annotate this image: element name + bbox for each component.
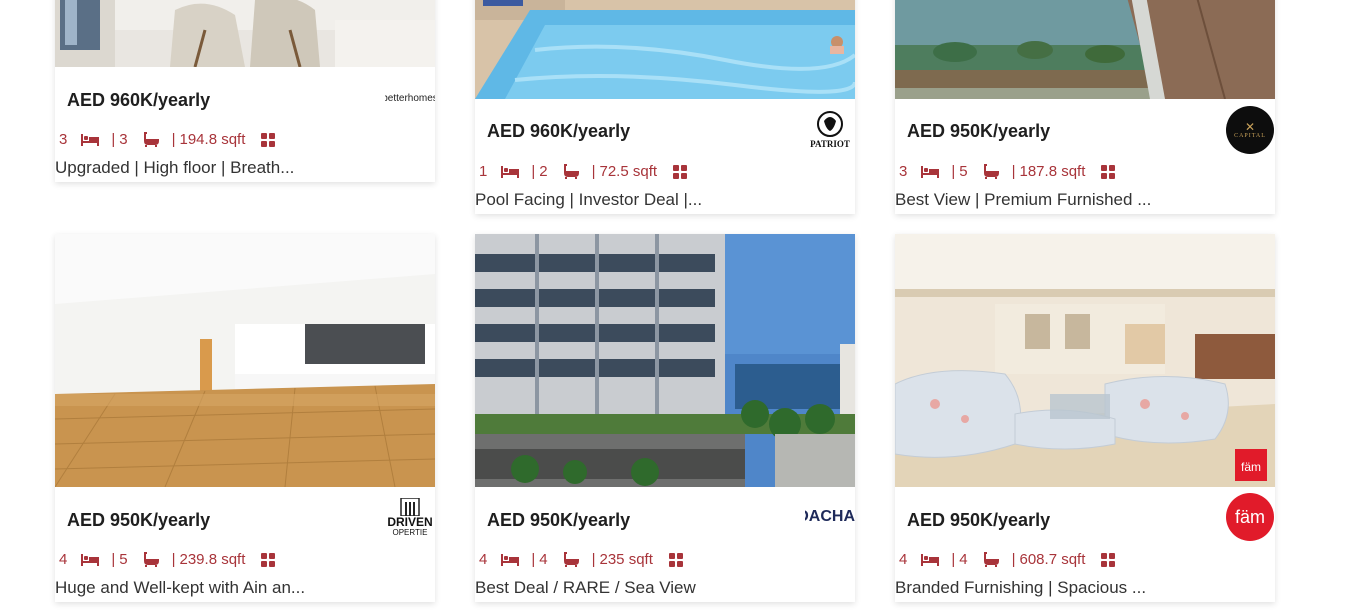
bedroom-count: 3 xyxy=(899,163,908,180)
spec-separator: | xyxy=(951,163,956,180)
listing-card[interactable]: AED 950K/yearly DACHA 4 | 4 | 235 sqft B… xyxy=(475,234,855,602)
listing-specs: 3 | 3 | 194.8 sqft xyxy=(59,131,287,148)
listing-title[interactable]: Pool Facing | Investor Deal |... xyxy=(475,190,702,210)
bedroom-count: 4 xyxy=(899,551,908,568)
floor-plan-icon xyxy=(1101,164,1116,179)
agency-logo[interactable]: PATRIOT xyxy=(805,105,855,155)
bed-icon xyxy=(501,553,520,566)
agency-logo-text: PATRIOT xyxy=(810,139,850,149)
area-size: 194.8 sqft xyxy=(179,131,246,148)
listing-title[interactable]: Best Deal / RARE / Sea View xyxy=(475,578,696,598)
area-size: 235 sqft xyxy=(599,551,653,568)
floor-plan-icon xyxy=(668,552,683,567)
bed-icon xyxy=(81,553,100,566)
bed-icon xyxy=(921,165,940,178)
agency-logo[interactable]: ✕ CAPITAL xyxy=(1225,105,1275,155)
listing-specs: 4 | 5 | 239.8 sqft xyxy=(59,551,287,568)
listing-photo[interactable]: fäm xyxy=(895,234,1275,487)
listing-photo[interactable] xyxy=(475,234,855,487)
capital-mark-icon: ✕ xyxy=(1244,120,1256,134)
agency-logo[interactable]: DACHA xyxy=(805,492,855,542)
fam-logo-icon: fäm xyxy=(1226,493,1274,541)
bathroom-count: 4 xyxy=(539,551,548,568)
spec-separator: | xyxy=(531,551,536,568)
bath-icon xyxy=(142,132,160,147)
bathroom-count: 2 xyxy=(539,163,548,180)
spec-separator: | xyxy=(171,551,176,568)
floor-plan-icon xyxy=(673,164,688,179)
listing-price: AED 960K/yearly xyxy=(487,121,631,141)
area-size: 72.5 sqft xyxy=(599,163,658,180)
area-size: 608.7 sqft xyxy=(1019,551,1086,568)
capital-logo-icon: ✕ CAPITAL xyxy=(1226,106,1274,154)
listing-photo[interactable] xyxy=(895,0,1275,99)
patriot-logo-icon: PATRIOT xyxy=(810,111,850,149)
spec-separator: | xyxy=(171,131,176,148)
listing-title[interactable]: Best View | Premium Furnished ... xyxy=(895,190,1151,210)
building-mark-icon xyxy=(400,497,420,516)
agency-logo-text: DRIVEN xyxy=(387,514,433,529)
bed-icon xyxy=(81,133,100,146)
bath-icon xyxy=(562,164,580,179)
listing-title[interactable]: Branded Furnishing | Spacious ... xyxy=(895,578,1146,598)
listing-specs: 3 | 5 | 187.8 sqft xyxy=(899,163,1127,180)
floor-plan-icon xyxy=(261,132,276,147)
listing-card[interactable]: AED 960K/yearly PATRIOT 1 | 2 | 72.5 sqf… xyxy=(475,0,855,214)
bathroom-count: 3 xyxy=(119,131,128,148)
listing-specs: 1 | 2 | 72.5 sqft xyxy=(479,163,699,180)
agency-logo-text: betterhomes xyxy=(385,92,435,104)
bed-icon xyxy=(921,553,940,566)
spec-separator: | xyxy=(111,551,116,568)
area-size: 239.8 sqft xyxy=(179,551,246,568)
bed-icon xyxy=(501,165,520,178)
agency-logo[interactable]: betterhomes xyxy=(385,73,435,123)
agency-logo-text: fäm xyxy=(1234,506,1265,527)
bedroom-count: 4 xyxy=(59,551,68,568)
bath-icon xyxy=(562,552,580,567)
floor-plan-icon xyxy=(261,552,276,567)
listing-specs: 4 | 4 | 608.7 sqft xyxy=(899,551,1127,568)
agency-logo[interactable]: DRIVEN OPERTIE xyxy=(385,492,435,542)
driven-logo-icon: DRIVEN OPERTIE xyxy=(385,497,435,537)
listing-card[interactable]: fäm AED 950K/yearly fäm 4 | 4 | 608.7 sq… xyxy=(895,234,1275,602)
listing-title[interactable]: Huge and Well-kept with Ain an... xyxy=(55,578,305,598)
listing-title[interactable]: Upgraded | High floor | Breath... xyxy=(55,158,294,178)
listing-price: AED 950K/yearly xyxy=(907,121,1051,141)
bedroom-count: 4 xyxy=(479,551,488,568)
spec-separator: | xyxy=(1011,163,1016,180)
listing-photo[interactable] xyxy=(55,0,435,67)
bath-icon xyxy=(982,552,1000,567)
listing-photo[interactable] xyxy=(55,234,435,487)
watermark-badge-text: fäm xyxy=(1241,460,1261,474)
spec-separator: | xyxy=(951,551,956,568)
bedroom-count: 1 xyxy=(479,163,488,180)
agency-logo-text: CAPITAL xyxy=(1234,133,1266,139)
listing-card[interactable]: AED 960K/yearly betterhomes 3 | 3 | 194.… xyxy=(55,0,435,182)
spec-separator: | xyxy=(591,163,596,180)
listing-price: AED 950K/yearly xyxy=(487,510,631,530)
listing-price: AED 950K/yearly xyxy=(67,510,211,530)
listing-card[interactable]: AED 950K/yearly ✕ CAPITAL 3 | 5 | 187.8 … xyxy=(895,0,1275,214)
listing-price: AED 950K/yearly xyxy=(907,510,1051,530)
agency-logo-text: DACHA xyxy=(805,508,855,525)
spec-separator: | xyxy=(531,163,536,180)
bath-icon xyxy=(982,164,1000,179)
floor-plan-icon xyxy=(1101,552,1116,567)
listing-price: AED 960K/yearly xyxy=(67,90,211,110)
listing-photo[interactable] xyxy=(475,0,855,99)
spec-separator: | xyxy=(1011,551,1016,568)
bathroom-count: 5 xyxy=(959,163,968,180)
agency-logo-subtext: OPERTIE xyxy=(392,527,428,537)
bedroom-count: 3 xyxy=(59,131,68,148)
bathroom-count: 4 xyxy=(959,551,968,568)
listing-card[interactable]: AED 950K/yearly DRIVEN OPERTIE 4 | 5 | 2… xyxy=(55,234,435,602)
area-size: 187.8 sqft xyxy=(1019,163,1086,180)
agency-logo[interactable]: fäm xyxy=(1225,492,1275,542)
listing-specs: 4 | 4 | 235 sqft xyxy=(479,551,695,568)
spec-separator: | xyxy=(591,551,596,568)
bathroom-count: 5 xyxy=(119,551,128,568)
bath-icon xyxy=(142,552,160,567)
spec-separator: | xyxy=(111,131,116,148)
